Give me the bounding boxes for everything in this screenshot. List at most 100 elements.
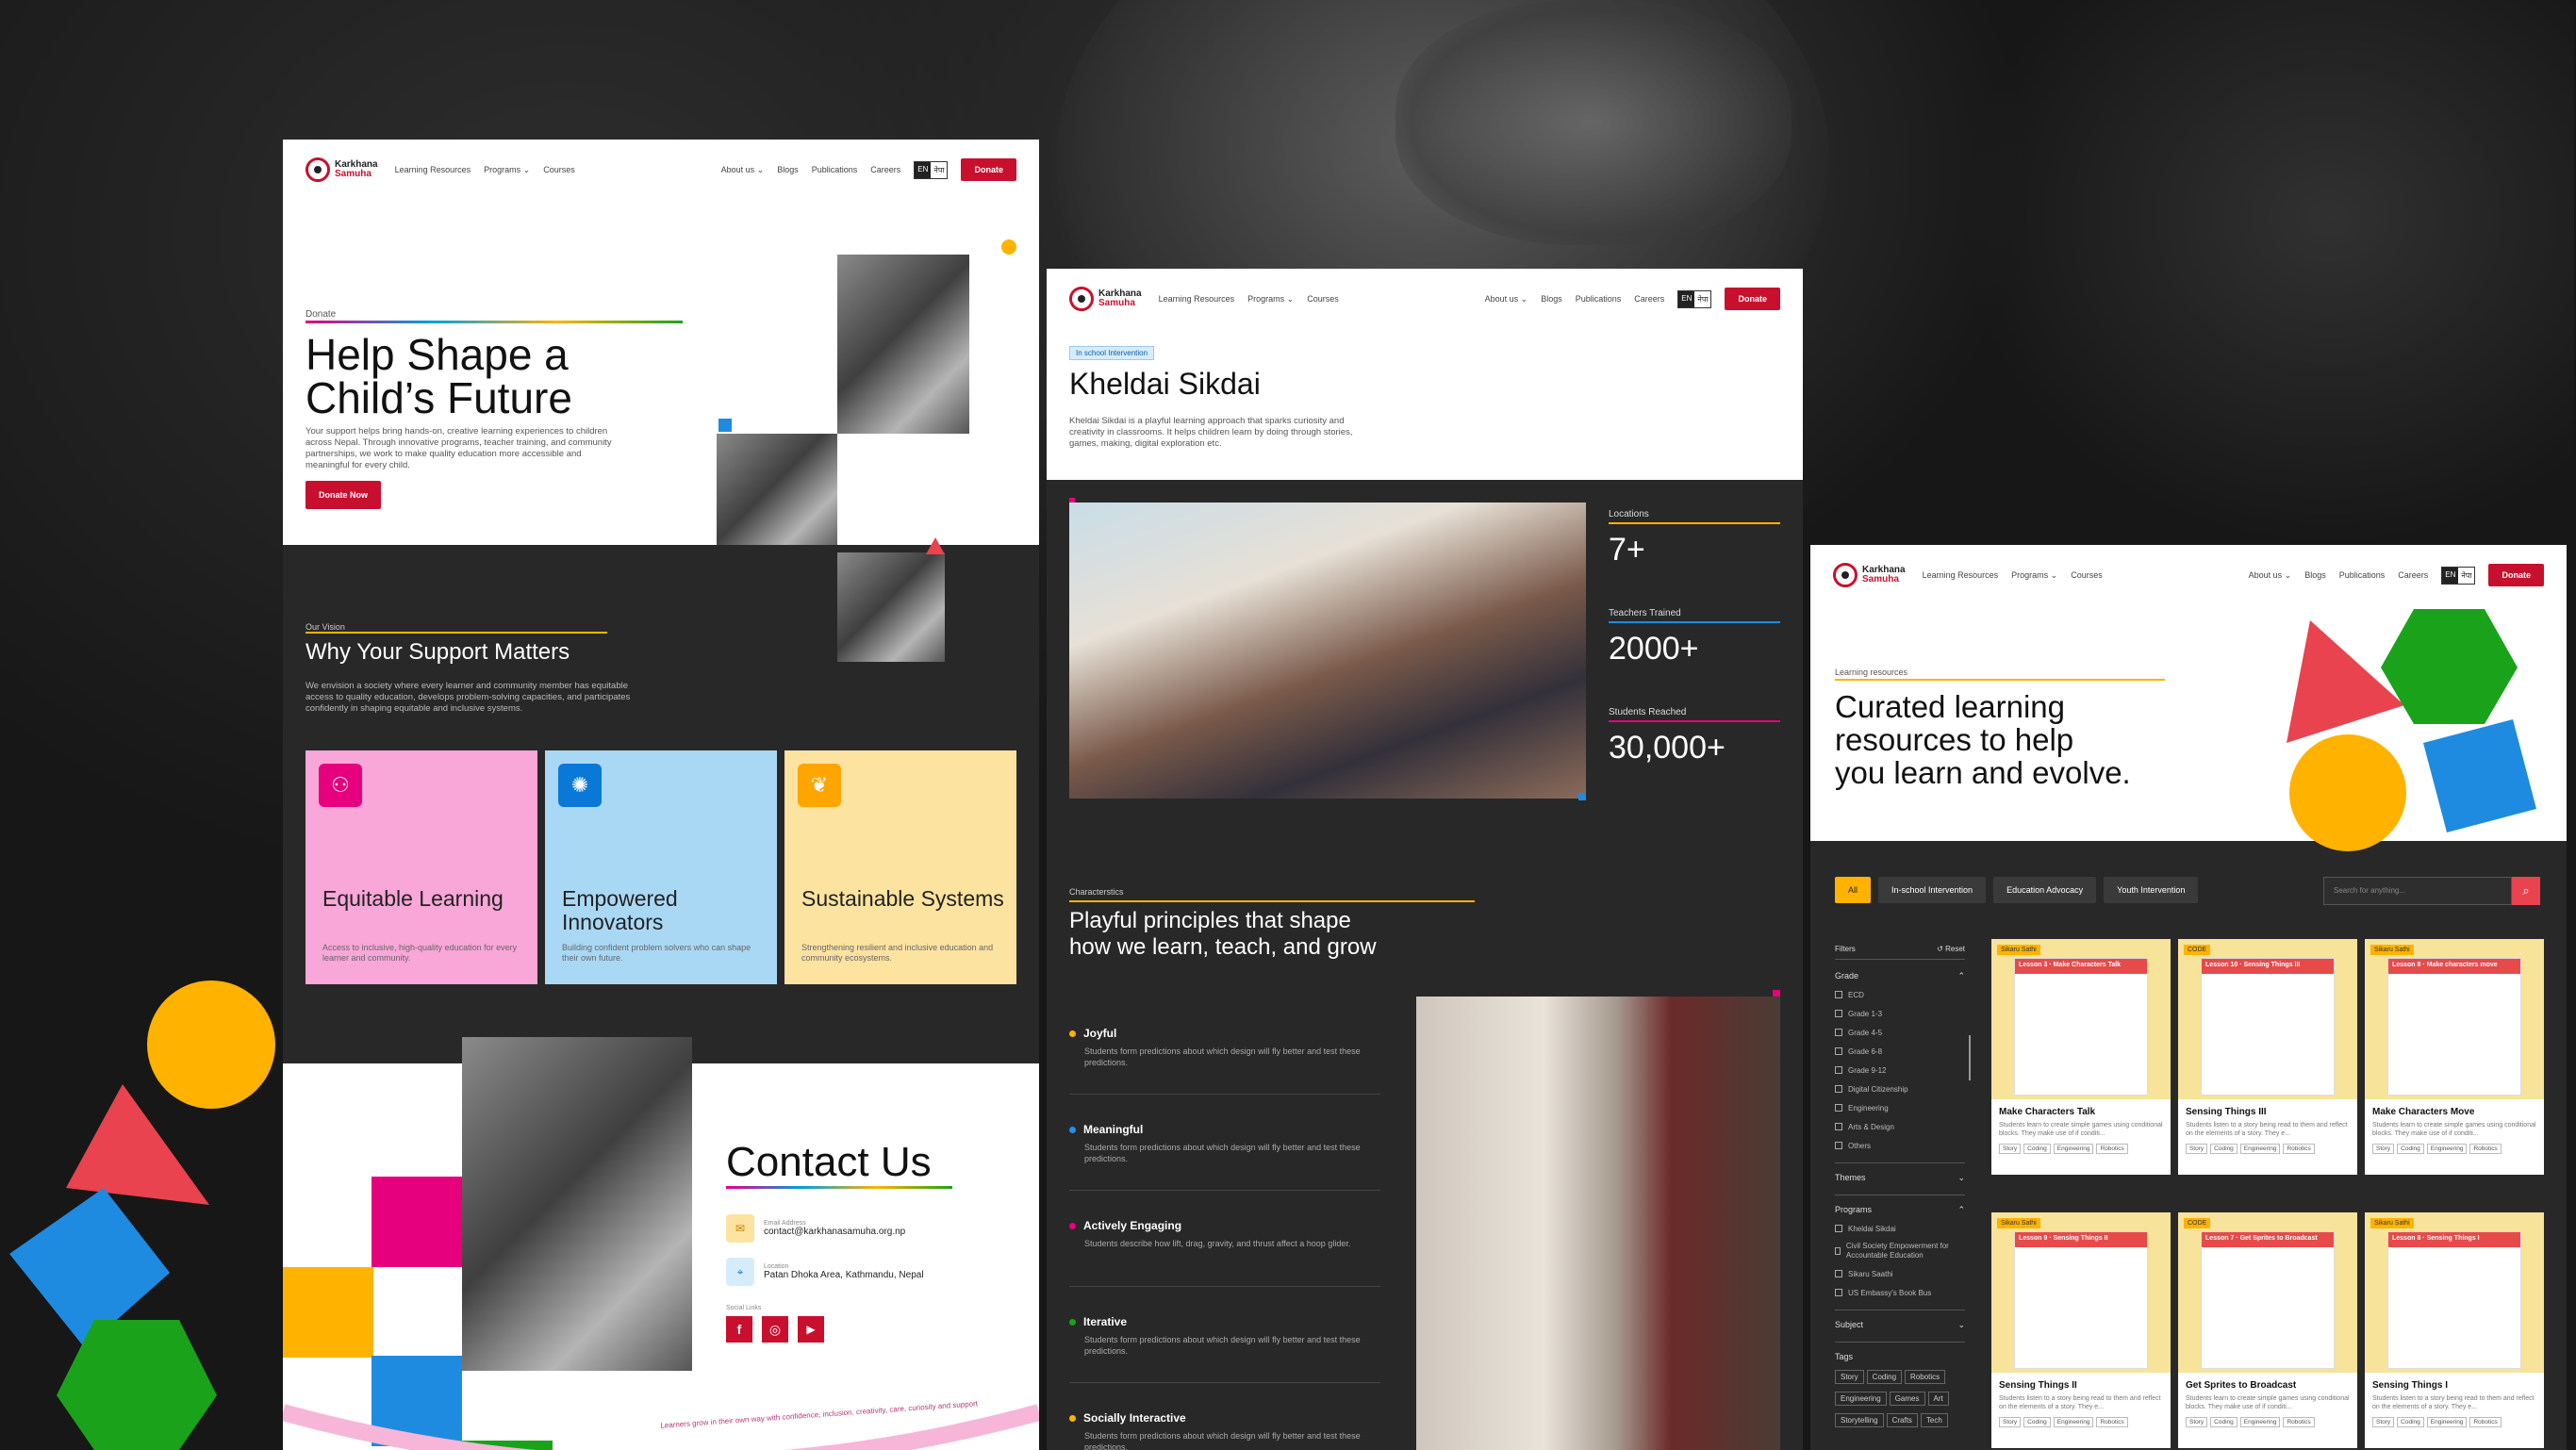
- nav-careers[interactable]: Careers: [2398, 570, 2428, 580]
- grade-option[interactable]: Grade 6-8: [1835, 1042, 1965, 1061]
- resource-card[interactable]: Sikaru Sathi Lesson 3 · Make Characters T…: [1991, 939, 2171, 1175]
- logo[interactable]: Karkhana Samuha: [305, 157, 378, 182]
- nav-courses[interactable]: Courses: [2071, 570, 2103, 580]
- nav-publications[interactable]: Publications: [2339, 570, 2386, 580]
- nav-about[interactable]: About us ⌄: [721, 165, 765, 175]
- characteristics-title: Playful principles that shape how we lear…: [1069, 908, 1377, 960]
- principle-actively-engaging: Actively Engaging Students describe how l…: [1069, 1219, 1380, 1249]
- chevron-down-icon: ⌄: [1957, 1173, 1965, 1182]
- card-thumbnail: Sikaru Sathi Lesson 3 · Make Characters T…: [1991, 939, 2171, 1099]
- principle-iterative: Iterative Students form predictions about…: [1069, 1315, 1380, 1357]
- nav-learning-resources[interactable]: Learning Resources: [395, 165, 471, 174]
- grade-option[interactable]: Engineering: [1835, 1098, 1965, 1117]
- tag[interactable]: Tech: [1920, 1413, 1948, 1427]
- divider: [1069, 1190, 1380, 1191]
- donate-now-button[interactable]: Donate Now: [305, 481, 382, 509]
- card-thumbnail: CODE Lesson 10 · Sensing Things III: [2178, 939, 2357, 1099]
- card-thumbnail: CODE Lesson 7 · Get Sprites to Broadcast: [2178, 1212, 2357, 1373]
- vision-title: Why Your Support Matters: [305, 639, 570, 665]
- contact-rule: [726, 1186, 952, 1189]
- tag[interactable]: Storytelling: [1835, 1413, 1884, 1427]
- donate-page-panel: Karkhana Samuha Learning Resources Progra…: [283, 140, 1039, 1450]
- subject-filter-toggle[interactable]: Subject ⌄: [1835, 1320, 1965, 1330]
- blue-square-accent: [718, 419, 732, 432]
- logo-mark-icon: [1833, 563, 1858, 587]
- resource-card[interactable]: CODE Lesson 7 · Get Sprites to Broadcast …: [2178, 1212, 2357, 1448]
- characteristics-eyebrow: Characterstics: [1069, 887, 1124, 897]
- tag[interactable]: Games: [1889, 1392, 1925, 1406]
- nav-publications[interactable]: Publications: [812, 165, 858, 174]
- email-link[interactable]: contact@karkhanasamuha.org.np: [764, 1227, 905, 1237]
- location-row: ⌖ Location Patan Dhoka Area, Kathmandu, N…: [726, 1258, 924, 1286]
- sidebar-scrollbar[interactable]: [1969, 1035, 1971, 1080]
- filter-chips: All In-school Intervention Education Adv…: [1835, 877, 2199, 903]
- nav-publications[interactable]: Publications: [1576, 294, 1622, 304]
- reset-button[interactable]: ↺ Reset: [1937, 945, 1965, 953]
- program-option[interactable]: Kheldai Sikdai: [1835, 1219, 1965, 1238]
- tag[interactable]: Engineering: [1835, 1392, 1887, 1406]
- tag[interactable]: Story: [1835, 1370, 1864, 1384]
- program-option[interactable]: Sikaru Saathi: [1835, 1264, 1965, 1283]
- nav-donate-button[interactable]: Donate: [961, 158, 1016, 181]
- checkbox-icon: [1835, 1289, 1842, 1296]
- language-toggle[interactable]: EN नेपा: [1677, 289, 1712, 308]
- nav-careers[interactable]: Careers: [1634, 294, 1664, 304]
- nav-blogs[interactable]: Blogs: [777, 165, 799, 174]
- nav-donate-button[interactable]: Donate: [2488, 564, 2544, 586]
- language-toggle[interactable]: EN नेपा: [914, 160, 949, 179]
- grade-option[interactable]: Grade 1-3: [1835, 1004, 1965, 1023]
- nav-about[interactable]: About us ⌄: [2249, 570, 2292, 581]
- checkbox-icon: [1835, 1029, 1842, 1036]
- nav-learning-resources[interactable]: Learning Resources: [1923, 570, 1999, 580]
- nav-about[interactable]: About us ⌄: [1485, 294, 1528, 305]
- tag[interactable]: Crafts: [1886, 1413, 1918, 1427]
- photo-students-laptop: [837, 552, 945, 662]
- facebook-icon[interactable]: f: [726, 1316, 752, 1343]
- nav-programs[interactable]: Programs ⌄: [2011, 570, 2057, 581]
- search-icon[interactable]: ⌕: [2512, 877, 2540, 905]
- chip-youth-intervention[interactable]: Youth Intervention: [2104, 877, 2199, 903]
- logo[interactable]: Karkhana Samuha: [1833, 563, 1906, 587]
- program-option[interactable]: US Embassy's Book Bus: [1835, 1283, 1965, 1302]
- grade-filter-toggle[interactable]: Grade ⌃: [1835, 971, 1965, 981]
- nav-courses[interactable]: Courses: [543, 165, 575, 174]
- mail-icon: ✉: [726, 1214, 754, 1243]
- photo-children-working: [837, 255, 969, 434]
- resource-card[interactable]: Sikaru Sathi Lesson 8 · Sensing Things I …: [2365, 1212, 2544, 1448]
- grade-option[interactable]: Grade 9-12: [1835, 1061, 1965, 1079]
- program-options: Kheldai Sikdai Civil Society Empowerment…: [1835, 1219, 1965, 1302]
- tag[interactable]: Coding: [1866, 1370, 1903, 1384]
- search-input[interactable]: Search for anything...: [2323, 877, 2512, 905]
- chip-in-school[interactable]: In-school Intervention: [1878, 877, 1987, 903]
- resource-card[interactable]: Sikaru Sathi Lesson 8 · Make characters m…: [2365, 939, 2544, 1175]
- grade-option[interactable]: Digital Citizenship: [1835, 1079, 1965, 1098]
- themes-filter-toggle[interactable]: Themes ⌄: [1835, 1173, 1965, 1183]
- nav-donate-button[interactable]: Donate: [1725, 288, 1780, 310]
- programs-filter-toggle[interactable]: Programs ⌃: [1835, 1205, 1965, 1215]
- grade-option[interactable]: Arts & Design: [1835, 1117, 1965, 1136]
- nav-blogs[interactable]: Blogs: [2304, 570, 2326, 580]
- nav-courses[interactable]: Courses: [1307, 294, 1339, 304]
- navbar: Karkhana Samuha Learning Resources Progra…: [283, 140, 1039, 200]
- chip-all[interactable]: All: [1835, 877, 1872, 903]
- resource-card[interactable]: Sikaru Sathi Lesson 9 · Sensing Things II…: [1991, 1212, 2171, 1448]
- grade-option[interactable]: Others: [1835, 1136, 1965, 1155]
- nav-programs[interactable]: Programs ⌄: [484, 165, 530, 175]
- instagram-icon[interactable]: ◎: [762, 1316, 788, 1343]
- youtube-icon[interactable]: ▶: [798, 1316, 824, 1343]
- grade-option[interactable]: Grade 4-5: [1835, 1023, 1965, 1042]
- nav-careers[interactable]: Careers: [870, 165, 900, 174]
- nav-programs[interactable]: Programs ⌄: [1247, 294, 1294, 305]
- resource-card[interactable]: CODE Lesson 10 · Sensing Things III Sensi…: [2178, 939, 2357, 1175]
- nav-learning-resources[interactable]: Learning Resources: [1159, 294, 1235, 304]
- social-links: f ◎ ▶: [726, 1316, 824, 1343]
- logo[interactable]: Karkhana Samuha: [1069, 287, 1142, 311]
- grade-options: ECD Grade 1-3 Grade 4-5 Grade 6-8 Grade …: [1835, 985, 1965, 1155]
- tag[interactable]: Art: [1927, 1392, 1949, 1406]
- language-toggle[interactable]: EN नेपा: [2441, 566, 2476, 585]
- program-option[interactable]: Civil Society Empowerment for Accountabl…: [1835, 1238, 1965, 1264]
- nav-blogs[interactable]: Blogs: [1541, 294, 1562, 304]
- tag[interactable]: Robotics: [1905, 1370, 1946, 1384]
- chip-education-advocacy[interactable]: Education Advocacy: [1993, 877, 2097, 903]
- grade-option[interactable]: ECD: [1835, 985, 1965, 1004]
